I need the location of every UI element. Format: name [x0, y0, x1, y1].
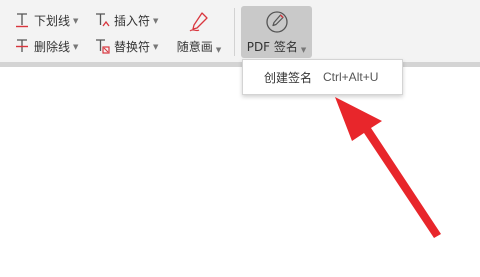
red-pointer-arrow-icon	[335, 97, 441, 238]
